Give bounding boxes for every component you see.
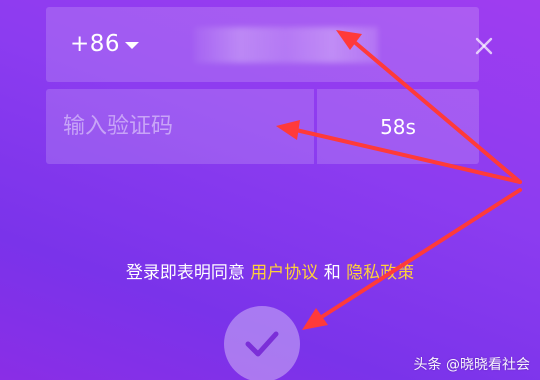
watermark: 头条 @晓晓看社会	[413, 357, 530, 373]
annotation-arrowhead-code	[276, 120, 300, 140]
annotation-arrowhead-submit	[302, 308, 328, 330]
annotation-arrow-submit	[318, 188, 522, 320]
annotation-arrows	[276, 30, 522, 330]
